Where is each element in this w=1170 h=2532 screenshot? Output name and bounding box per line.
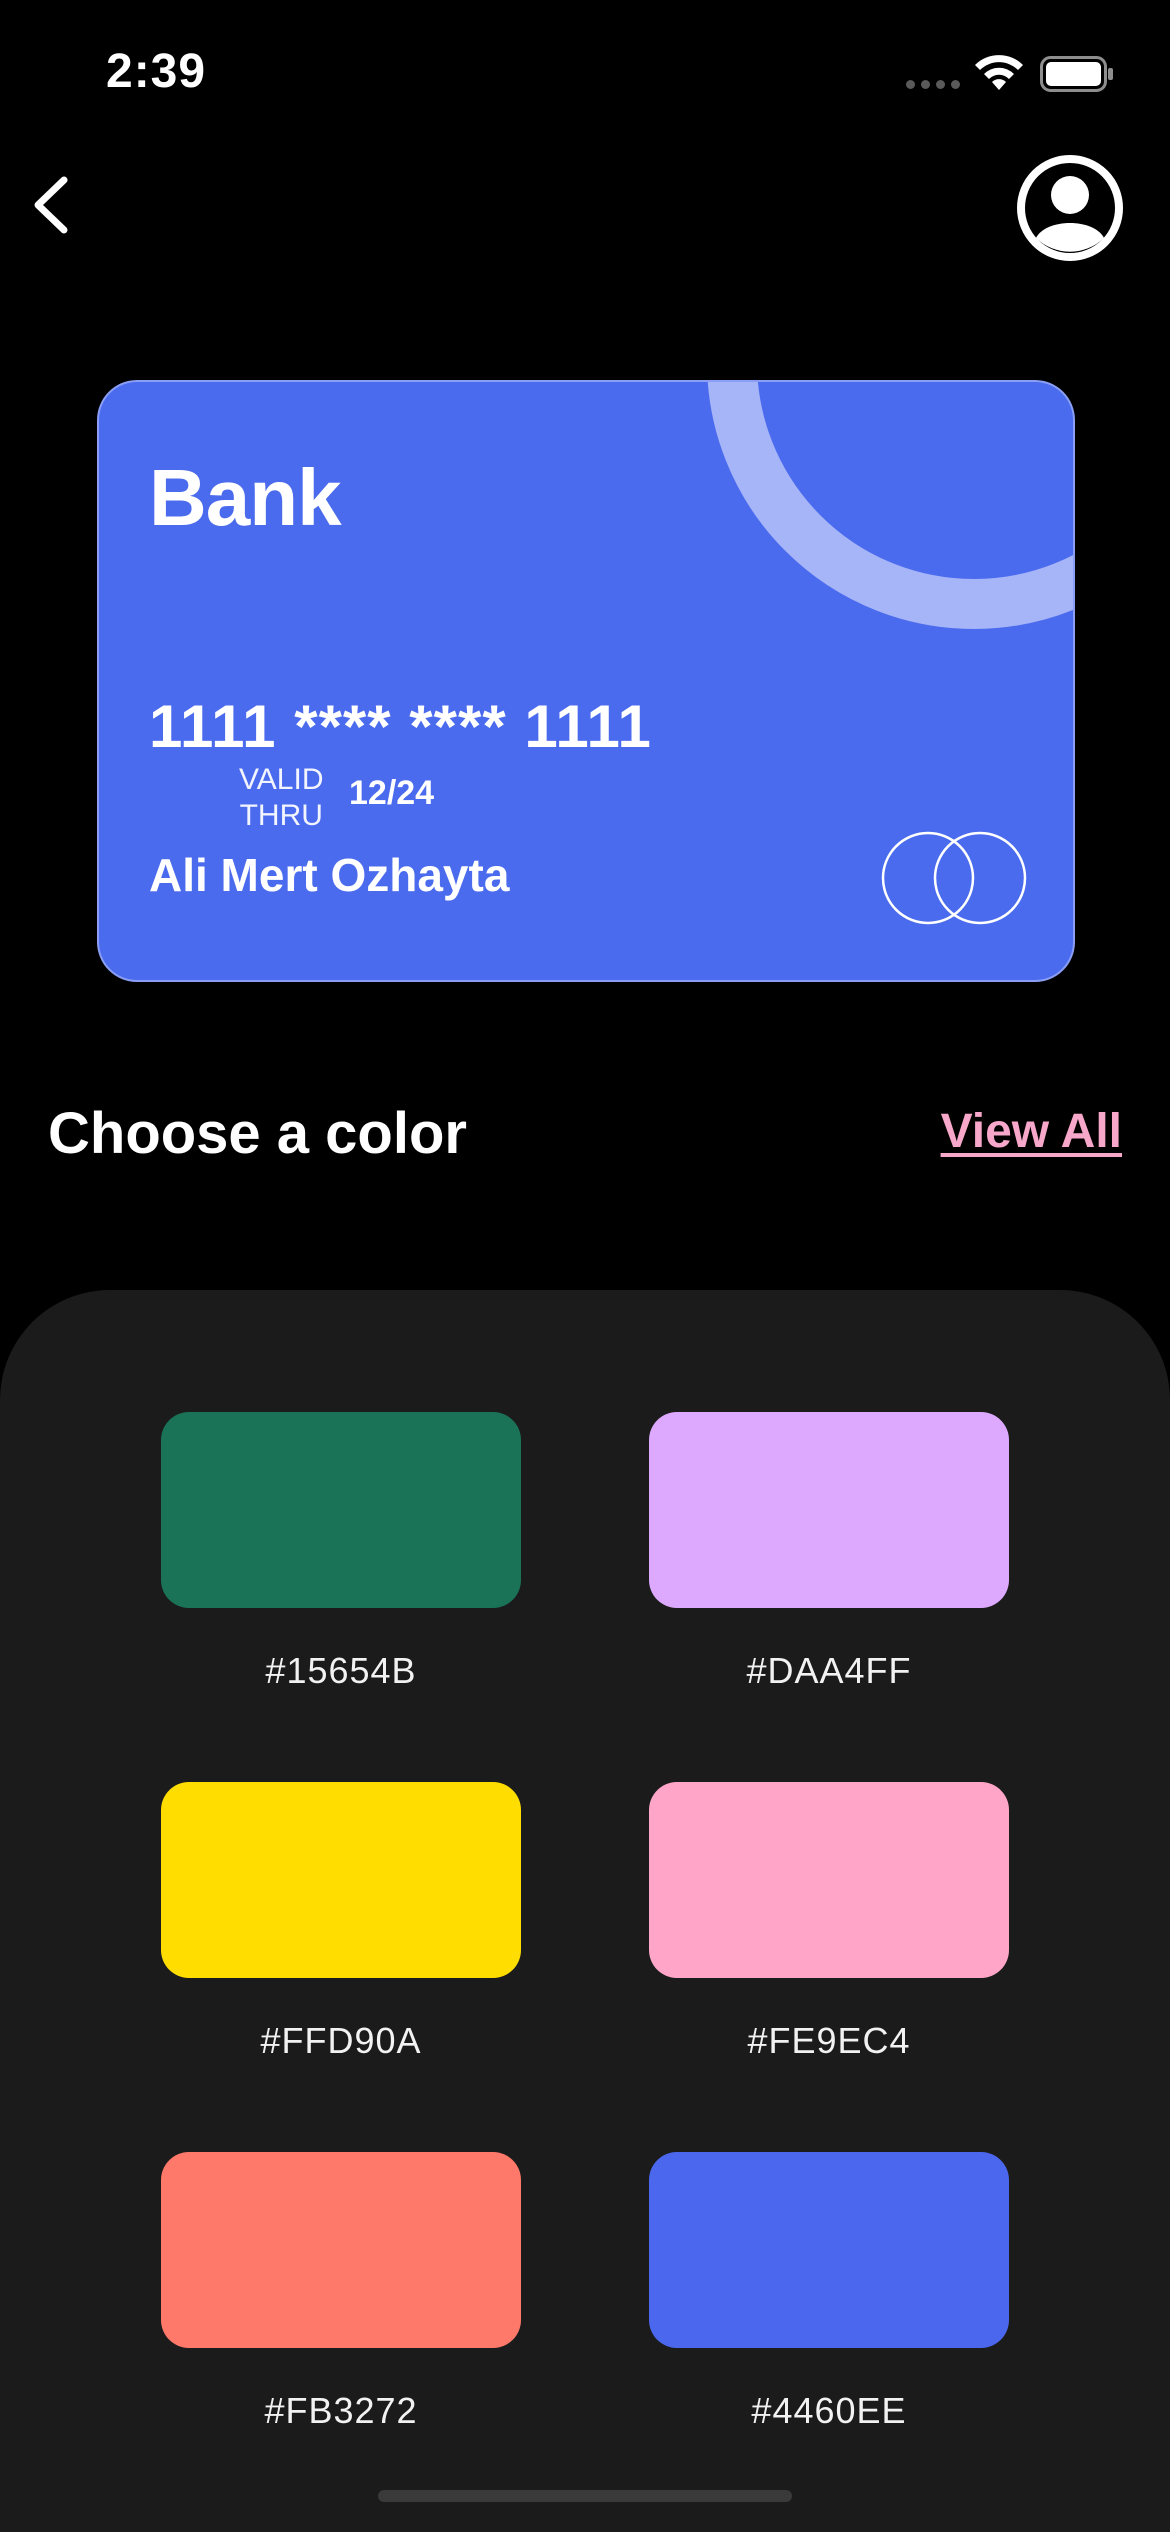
card-network-logo-icon [881,831,1027,925]
status-bar: 2:39 [0,0,1170,140]
swatch-label: #DAA4FF [746,1650,912,1691]
card-expiry: 12/24 [349,774,435,812]
swatch-label: #4460EE [751,2390,907,2431]
swatch-label: #15654B [265,1650,417,1691]
color-picker-sheet: #15654B #DAA4FF #FFD90A #FE9EC4 #FB3272 … [0,1290,1170,2532]
color-swatch[interactable]: #15654B [161,1412,521,1712]
color-swatch[interactable]: #FFD90A [161,1782,521,2082]
cellular-signal-icon [906,80,960,90]
section-title: Choose a color [48,1101,467,1166]
color-swatch[interactable]: #FE9EC4 [649,1782,1009,2082]
credit-card[interactable]: Bank 1111 **** **** 1111 VALID THRU 12/2… [97,380,1075,982]
swatch-label: #FB3272 [264,2390,418,2431]
swatch-color-box [649,2152,1009,2348]
wifi-icon [975,55,1023,90]
screen: 2:39 Bank 1111 **** **** 1111 VALID THRU… [0,0,1170,2532]
card-bank-name: Bank [149,453,342,542]
battery-icon [1040,56,1113,92]
swatch-label: #FE9EC4 [747,2020,911,2061]
view-all-link[interactable]: View All [941,1104,1122,1159]
card-valid-thru-label: VALID THRU [239,763,324,832]
user-circle-icon [1017,155,1123,261]
card-number: 1111 **** **** 1111 [149,693,652,760]
back-button[interactable] [20,170,90,240]
color-swatch[interactable]: #FB3272 [161,2152,521,2452]
swatch-label: #FFD90A [260,2020,422,2061]
swatch-color-box [649,1782,1009,1978]
swatch-color-box [161,1412,521,1608]
card-holder-name: Ali Mert Ozhayta [149,849,510,901]
swatch-color-box [161,2152,521,2348]
color-swatch[interactable]: #4460EE [649,2152,1009,2452]
swatch-color-box [649,1412,1009,1608]
chevron-left-icon [34,176,68,234]
swatch-color-box [161,1782,521,1978]
status-time: 2:39 [106,45,207,98]
profile-button[interactable] [1016,154,1124,262]
home-indicator[interactable] [378,2490,792,2502]
color-swatch[interactable]: #DAA4FF [649,1412,1009,1712]
